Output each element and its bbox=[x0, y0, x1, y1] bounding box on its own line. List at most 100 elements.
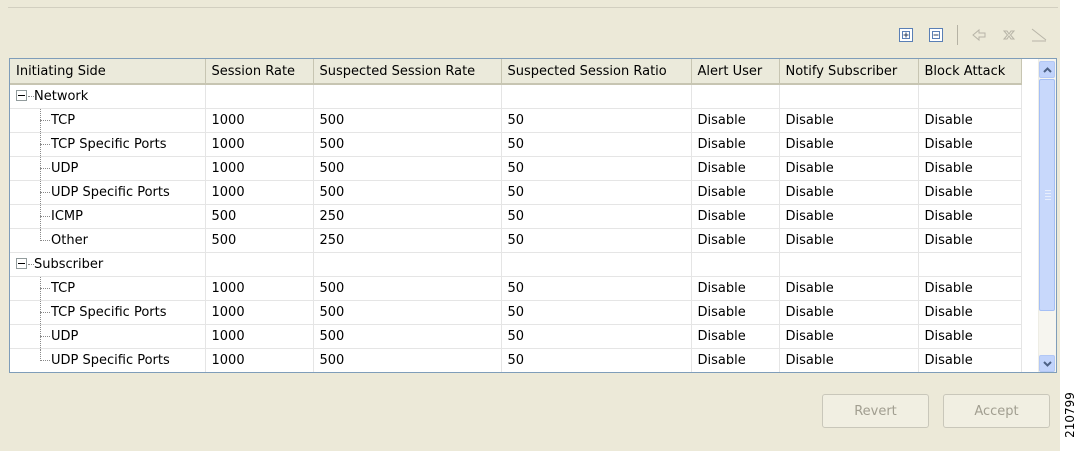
table-row[interactable]: ICMP 500 250 50 Disable Disable Disable bbox=[10, 204, 1022, 229]
cell-block-attack[interactable]: Disable bbox=[918, 228, 1022, 253]
cell-suspected-session-ratio[interactable]: 50 bbox=[501, 204, 692, 229]
cell-alert-user[interactable]: Disable bbox=[691, 300, 780, 325]
cell-suspected-session-rate[interactable]: 500 bbox=[313, 180, 502, 205]
attack-table[interactable]: Initiating Side Session Rate Suspected S… bbox=[9, 58, 1057, 373]
cell-block-attack[interactable]: Disable bbox=[918, 108, 1022, 133]
cell-alert-user[interactable]: Disable bbox=[691, 276, 780, 301]
cell-alert-user[interactable]: Disable bbox=[691, 204, 780, 229]
cell-session-rate[interactable]: 1000 bbox=[205, 132, 314, 157]
cell-notify-subscriber[interactable]: Disable bbox=[779, 108, 919, 133]
table-row[interactable]: UDP 1000 500 50 Disable Disable Disable bbox=[10, 156, 1022, 181]
table-row[interactable]: UDP 1000 500 50 Disable Disable Disable bbox=[10, 324, 1022, 349]
row-name: TCP Specific Ports bbox=[51, 137, 167, 152]
cell-notify-subscriber[interactable]: Disable bbox=[779, 300, 919, 325]
cell-session-rate[interactable]: 500 bbox=[205, 228, 314, 253]
cell-suspected-session-ratio[interactable]: 50 bbox=[501, 132, 692, 157]
cell-suspected-session-rate[interactable]: 500 bbox=[313, 348, 502, 372]
cell-notify-subscriber[interactable]: Disable bbox=[779, 228, 919, 253]
cell-notify-subscriber[interactable]: Disable bbox=[779, 132, 919, 157]
cell-suspected-session-ratio[interactable]: 50 bbox=[501, 300, 692, 325]
plus-box-icon[interactable] bbox=[895, 24, 917, 46]
cell-suspected-session-rate[interactable]: 500 bbox=[313, 156, 502, 181]
x-icon[interactable] bbox=[998, 24, 1020, 46]
arrow-icon[interactable] bbox=[968, 24, 990, 46]
cell-notify-subscriber[interactable]: Disable bbox=[779, 156, 919, 181]
cell-notify-subscriber[interactable]: Disable bbox=[779, 276, 919, 301]
accept-button[interactable]: Accept bbox=[943, 394, 1050, 428]
cell-notify-subscriber[interactable]: Disable bbox=[779, 204, 919, 229]
cell-suspected-session-rate[interactable]: 500 bbox=[313, 276, 502, 301]
table-row[interactable]: Other 500 250 50 Disable Disable Disable bbox=[10, 228, 1022, 253]
cell-suspected-session-rate[interactable]: 250 bbox=[313, 228, 502, 253]
cell-block-attack[interactable]: Disable bbox=[918, 204, 1022, 229]
cell-suspected-session-rate[interactable]: 500 bbox=[313, 324, 502, 349]
scroll-down-button[interactable] bbox=[1039, 355, 1055, 372]
cell-notify-subscriber[interactable]: Disable bbox=[779, 180, 919, 205]
cell-session-rate[interactable]: 1000 bbox=[205, 156, 314, 181]
cell-block-attack[interactable]: Disable bbox=[918, 156, 1022, 181]
scroll-up-button[interactable] bbox=[1039, 61, 1055, 78]
cell-alert-user[interactable]: Disable bbox=[691, 132, 780, 157]
tree-group-row[interactable]: Network bbox=[10, 84, 1022, 109]
column-header-alert-user[interactable]: Alert User bbox=[691, 59, 780, 85]
cell-suspected-session-ratio[interactable]: 50 bbox=[501, 156, 692, 181]
column-header-block-attack[interactable]: Block Attack bbox=[918, 59, 1022, 85]
cell-alert-user[interactable]: Disable bbox=[691, 348, 780, 372]
table-row[interactable]: TCP Specific Ports 1000 500 50 Disable Disabl… bbox=[10, 300, 1022, 325]
cell-suspected-session-ratio[interactable]: 50 bbox=[501, 228, 692, 253]
table-row[interactable]: TCP Specific Ports 1000 500 50 Disable Disabl… bbox=[10, 132, 1022, 157]
cell-suspected-session-ratio[interactable]: 50 bbox=[501, 276, 692, 301]
cell-session-rate[interactable]: 1000 bbox=[205, 324, 314, 349]
table-row[interactable]: TCP 1000 500 50 Disable Disable Disable bbox=[10, 276, 1022, 301]
cell-suspected-session-rate[interactable]: 500 bbox=[313, 132, 502, 157]
cell-alert-user[interactable]: Disable bbox=[691, 108, 780, 133]
collapse-toggle-icon[interactable] bbox=[16, 258, 27, 269]
cell-block-attack[interactable]: Disable bbox=[918, 180, 1022, 205]
vertical-scrollbar[interactable] bbox=[1038, 59, 1056, 372]
cell-suspected-session-rate[interactable]: 250 bbox=[313, 204, 502, 229]
cell-session-rate[interactable]: 500 bbox=[205, 204, 314, 229]
table-row[interactable]: TCP 1000 500 50 Disable Disable Disable bbox=[10, 108, 1022, 133]
table-row[interactable]: UDP Specific Ports 1000 500 50 Disable Disabl… bbox=[10, 180, 1022, 205]
cell-alert-user[interactable]: Disable bbox=[691, 228, 780, 253]
cell-session-rate[interactable]: 1000 bbox=[205, 348, 314, 372]
cell-suspected-session-rate[interactable]: 500 bbox=[313, 108, 502, 133]
tree-vertical-line bbox=[40, 229, 41, 241]
cell-alert-user[interactable]: Disable bbox=[691, 156, 780, 181]
cell-suspected-session-ratio[interactable]: 50 bbox=[501, 348, 692, 372]
cell-notify-subscriber[interactable]: Disable bbox=[779, 348, 919, 372]
line-icon[interactable] bbox=[1028, 24, 1050, 46]
cell-session-rate[interactable]: 1000 bbox=[205, 108, 314, 133]
cell-alert-user[interactable]: Disable bbox=[691, 180, 780, 205]
revert-button[interactable]: Revert bbox=[822, 394, 929, 428]
tree-vertical-line bbox=[40, 205, 41, 228]
cell-block-attack[interactable]: Disable bbox=[918, 348, 1022, 372]
tree-group-row[interactable]: Subscriber bbox=[10, 252, 1022, 277]
tree-vertical-line bbox=[40, 133, 41, 156]
cell-session-rate[interactable]: 1000 bbox=[205, 276, 314, 301]
cell-suspected-session-ratio[interactable]: 50 bbox=[501, 180, 692, 205]
table-row[interactable]: UDP Specific Ports 1000 500 50 Disable Disabl… bbox=[10, 348, 1022, 372]
cell-session-rate[interactable]: 1000 bbox=[205, 180, 314, 205]
tree-connector bbox=[40, 336, 50, 337]
column-header-notify-subscriber[interactable]: Notify Subscriber bbox=[779, 59, 919, 85]
cell-alert-user[interactable]: Disable bbox=[691, 324, 780, 349]
cell-notify-subscriber[interactable]: Disable bbox=[779, 324, 919, 349]
cell-suspected-session-ratio[interactable]: 50 bbox=[501, 324, 692, 349]
cell-block-attack[interactable]: Disable bbox=[918, 324, 1022, 349]
cell-block-attack[interactable]: Disable bbox=[918, 300, 1022, 325]
column-header-initiating-side[interactable]: Initiating Side bbox=[10, 59, 206, 85]
cell-suspected-session-rate[interactable]: 500 bbox=[313, 300, 502, 325]
tree-vertical-line bbox=[40, 109, 41, 132]
cell-block-attack[interactable]: Disable bbox=[918, 276, 1022, 301]
column-header-session-rate[interactable]: Session Rate bbox=[205, 59, 314, 85]
scroll-thumb[interactable] bbox=[1039, 79, 1055, 311]
column-header-suspected-session-ratio[interactable]: Suspected Session Ratio bbox=[501, 59, 692, 85]
figure-id: 210799 bbox=[1063, 385, 1077, 445]
cell-session-rate[interactable]: 1000 bbox=[205, 300, 314, 325]
cell-suspected-session-ratio[interactable]: 50 bbox=[501, 108, 692, 133]
collapse-toggle-icon[interactable] bbox=[16, 90, 27, 101]
minus-box-icon[interactable] bbox=[925, 24, 947, 46]
cell-block-attack[interactable]: Disable bbox=[918, 132, 1022, 157]
column-header-suspected-session-rate[interactable]: Suspected Session Rate bbox=[313, 59, 502, 85]
